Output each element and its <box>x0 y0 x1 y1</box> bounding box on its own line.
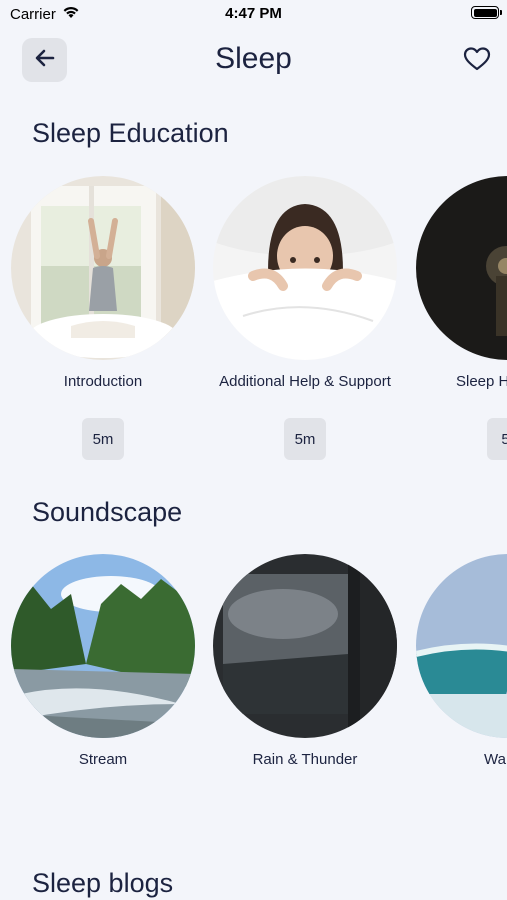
page-title: Sleep <box>215 42 292 75</box>
nav-bar: Sleep <box>0 38 507 82</box>
wa-label: Wa <box>484 751 506 768</box>
section-title-sleep-education: Sleep Education <box>32 118 229 148</box>
battery-icon <box>471 6 502 19</box>
introduction-thumbnail <box>11 176 195 360</box>
section-title-soundscape: Soundscape <box>32 497 183 527</box>
introduction-label: Introduction <box>63 373 143 390</box>
soundscape-carousel[interactable]: Stream Rain & Thunder Wa <box>0 554 507 784</box>
sleep-h-thumbnail <box>416 176 507 360</box>
wa-thumbnail <box>416 554 507 738</box>
sleep-h-label: Sleep H <box>456 373 507 390</box>
stream-label: Stream <box>78 751 128 768</box>
education-card-introduction[interactable]: Introduction 5m <box>11 176 195 460</box>
status-bar: Carrier 4:47 PM <box>0 0 507 28</box>
soundscape-card-stream[interactable]: Stream <box>11 554 195 769</box>
status-time: 4:47 PM <box>225 5 282 22</box>
rain-thunder-thumbnail <box>213 554 397 738</box>
soundscape-card-wa[interactable]: Wa <box>416 554 507 769</box>
rain-thunder-label: Rain & Thunder <box>252 751 358 768</box>
duration-badge: 5m <box>82 418 124 460</box>
additional-help-thumbnail <box>213 176 397 360</box>
heart-icon <box>463 47 491 76</box>
soundscape-card-rain-thunder[interactable]: Rain & Thunder <box>213 554 397 769</box>
education-card-additional-help[interactable]: Additional Help & Support 5m <box>213 176 397 460</box>
duration-badge: 5r <box>487 418 507 460</box>
education-card-sleep-h[interactable]: Sleep H 5r <box>416 176 507 460</box>
favorite-button[interactable] <box>463 46 491 72</box>
duration-badge: 5m <box>284 418 326 460</box>
section-title-sleep-blogs: Sleep blogs <box>32 868 174 898</box>
sleep-education-carousel[interactable]: Introduction 5m Additional Help & Suppor… <box>0 176 507 476</box>
additional-help-label: Additional Help & Support <box>219 373 391 390</box>
stream-thumbnail <box>11 554 195 738</box>
